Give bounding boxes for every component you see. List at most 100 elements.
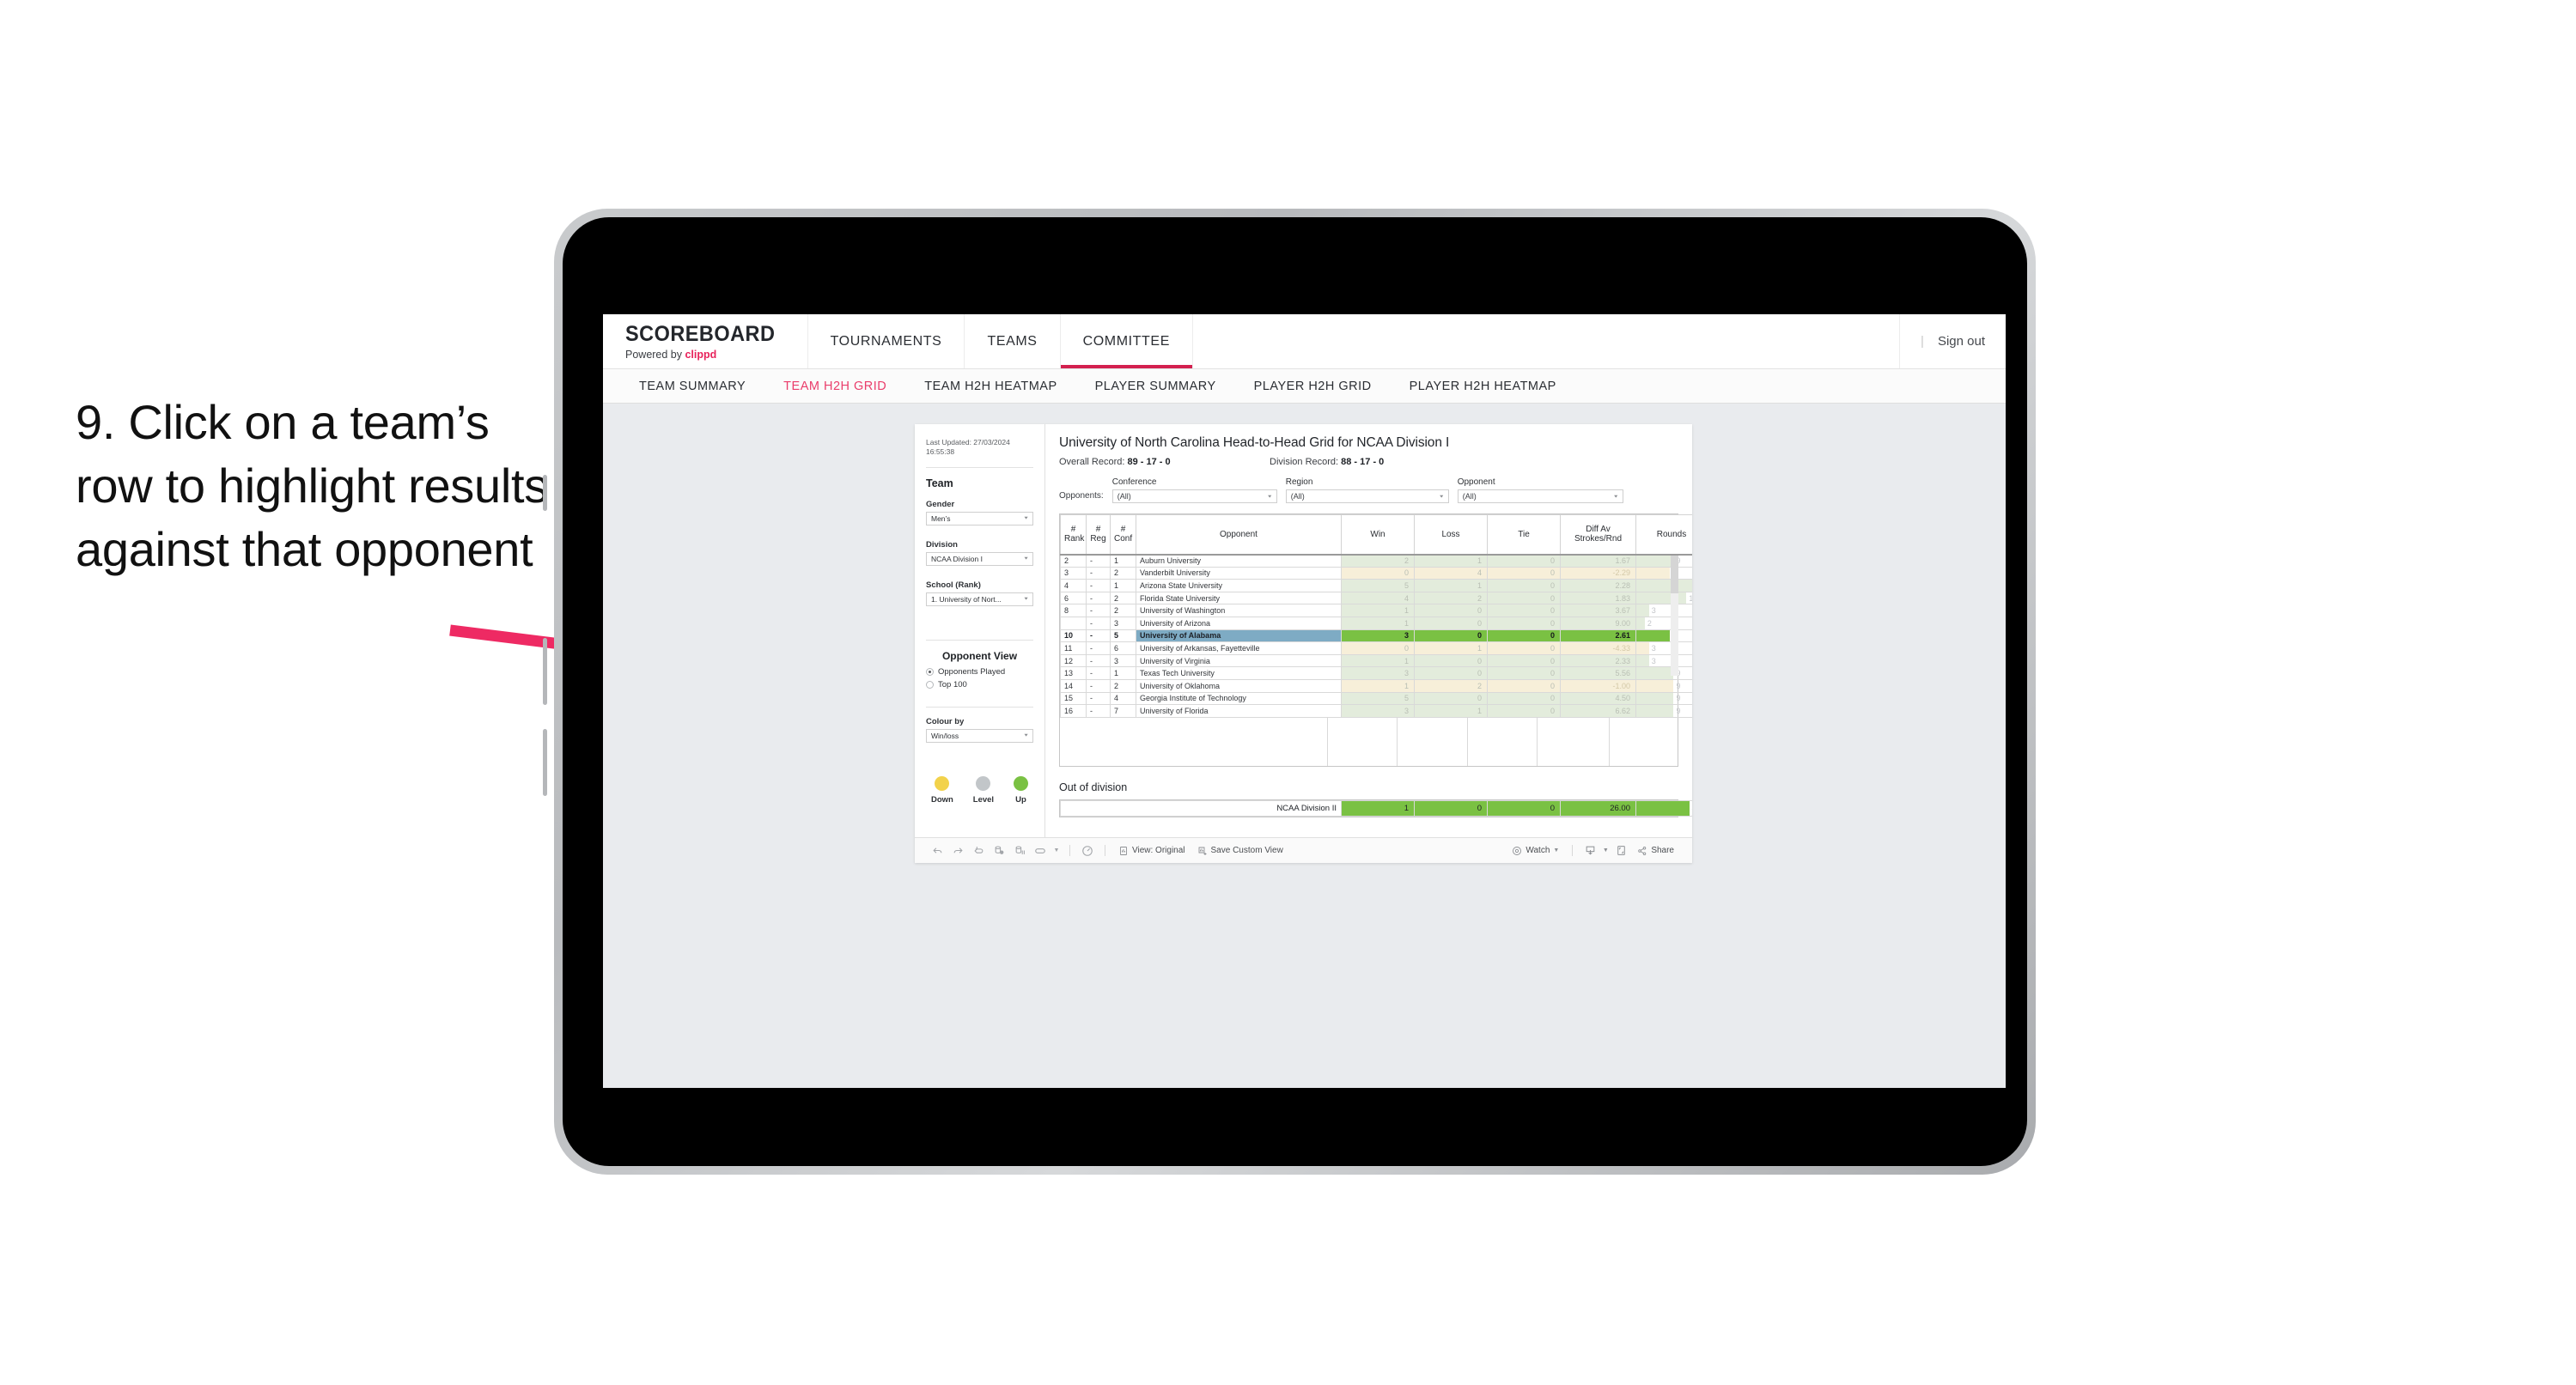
table-row[interactable]: 15-4 Georgia Institute of Technology 5 0 0 4.…: [1060, 691, 1692, 706]
cell-rank: 3: [1060, 566, 1087, 580]
undo-icon[interactable]: [927, 841, 947, 861]
save-custom-view-button[interactable]: Save Custom View: [1191, 846, 1289, 856]
sign-out-area: | Sign out: [1900, 314, 2006, 368]
col-rounds[interactable]: Rounds: [1635, 514, 1692, 556]
gender-select[interactable]: Men’s ▼: [926, 511, 1033, 525]
cell-win: 0: [1341, 641, 1415, 655]
top-nav-tournaments[interactable]: TOURNAMENTS: [808, 314, 965, 368]
table-row[interactable]: 6-2Florida State University4201.8312: [1060, 591, 1692, 605]
legend-dot-down-icon: [935, 775, 950, 791]
colour-by-label: Colour by: [926, 716, 965, 726]
top-nav-committee[interactable]: COMMITTEE: [1060, 314, 1193, 368]
cell-conf: 3: [1110, 653, 1136, 668]
col-diff[interactable]: Diff Av Strokes/Rnd: [1560, 514, 1636, 556]
cell-conf: 3: [1110, 616, 1136, 630]
division-select[interactable]: NCAA Division I ▼: [926, 551, 1033, 566]
col-reg[interactable]: # Reg: [1086, 514, 1111, 556]
cell-opponent: Georgia Institute of Technology: [1136, 691, 1342, 706]
table-row[interactable]: -3 University of Arizona 1 0 0 9.00 2: [1060, 616, 1692, 630]
table-row[interactable]: 8-2 University of Washington 1 0 0 3.67 3: [1060, 604, 1692, 617]
division-record: Division Record: 88 - 17 - 0: [1270, 457, 1480, 467]
table-row[interactable]: 3-2Vanderbilt University040-2.298: [1060, 566, 1692, 580]
sub-nav-player-h2h-heatmap[interactable]: PLAYER H2H HEATMAP: [1391, 380, 1575, 393]
download-chevron-down-icon[interactable]: ▼: [1600, 841, 1611, 861]
table-row[interactable]: 16-7 University of Florida 3 1 0 6.62 9: [1060, 704, 1692, 718]
radio-top-100[interactable]: Top 100: [926, 680, 1033, 689]
revert-icon[interactable]: [968, 841, 989, 861]
table-row[interactable]: 13-1Texas Tech University3005.569: [1060, 666, 1692, 680]
rounds-value: 3: [1651, 643, 1656, 653]
radio-opponents-played[interactable]: Opponents Played: [926, 667, 1033, 677]
watch-button[interactable]: Watch ▼: [1506, 846, 1565, 856]
cell-win: 1: [1341, 653, 1415, 668]
col-opponent[interactable]: Opponent: [1136, 514, 1342, 556]
pause-updates-icon[interactable]: [1009, 841, 1030, 861]
cell-win: 5: [1341, 579, 1415, 592]
rounds-bar: [1636, 567, 1670, 580]
region-select[interactable]: (All) ▼: [1285, 489, 1449, 503]
cell-diff: 2.33: [1560, 653, 1636, 668]
sub-nav-team-summary[interactable]: TEAM SUMMARY: [620, 380, 764, 393]
pause-auto-update-icon[interactable]: [1077, 841, 1098, 861]
legend-dot-level-icon: [976, 775, 991, 791]
sub-nav-team-h2h-heatmap[interactable]: TEAM H2H HEATMAP: [905, 380, 1075, 393]
cell-opponent: Florida State University: [1136, 591, 1342, 605]
bottom-toolbar: ▼ View: Original Save Custom View Watch …: [915, 837, 1692, 863]
cell-opponent: University of Alabama: [1136, 629, 1342, 643]
col-loss[interactable]: Loss: [1414, 514, 1488, 556]
cell-loss: 0: [1414, 666, 1488, 680]
rounds-bar: [1636, 604, 1649, 617]
col-tie[interactable]: Tie: [1487, 514, 1561, 556]
col-rank[interactable]: # Rank: [1060, 514, 1087, 556]
opponent-select[interactable]: (All) ▼: [1457, 489, 1623, 503]
share-button[interactable]: Share: [1631, 846, 1680, 856]
table-row[interactable]: 2-1Auburn University2101.679: [1060, 554, 1692, 568]
colour-by-select[interactable]: Win/loss ▼: [926, 728, 1033, 743]
legend-item-down: Down: [931, 775, 953, 805]
table-row[interactable]: 10-5University of Alabama3002.618: [1060, 629, 1692, 643]
table-row[interactable]: 14-2 University of Oklahoma 1 2 0 -1.00 9: [1060, 678, 1692, 693]
cell-rounds: 2: [1635, 616, 1692, 630]
out-of-division-row[interactable]: NCAA Division II10026.003: [1060, 799, 1692, 817]
table-row[interactable]: 11-6 University of Arkansas, Fayetteville…: [1060, 641, 1692, 655]
table-scrollbar[interactable]: [1671, 556, 1678, 676]
cell-win: 0: [1341, 566, 1415, 580]
conference-filter-group: Conference (All) ▼: [1111, 477, 1277, 503]
opponent-view-title: Opponent View: [941, 649, 1018, 662]
cell-rounds: 9: [1635, 666, 1692, 680]
cell-rounds: 9: [1635, 554, 1692, 568]
table-header-row: # Rank # Reg # Conf Opponent Win Loss Tie D…: [1060, 514, 1692, 556]
sub-nav-team-h2h-grid[interactable]: TEAM H2H GRID: [764, 380, 905, 393]
clippd-brand-text: clippd: [685, 349, 717, 361]
loop-icon[interactable]: [1030, 841, 1050, 861]
cell-tie: 0: [1487, 666, 1561, 680]
col-win[interactable]: Win: [1341, 514, 1415, 556]
sub-nav-player-h2h-grid[interactable]: PLAYER H2H GRID: [1235, 380, 1391, 393]
ood-cell-opponent: NCAA Division II: [1060, 799, 1342, 817]
table-row[interactable]: 4-1Arizona State University5102.2817: [1060, 579, 1692, 592]
conference-select[interactable]: (All) ▼: [1111, 489, 1277, 503]
legend-label-down: Down: [931, 794, 953, 805]
school-rank-select[interactable]: 1. University of Nort... ▼: [926, 592, 1033, 606]
cell-tie: 0: [1487, 653, 1561, 668]
fullscreen-icon[interactable]: [1611, 841, 1631, 861]
sub-nav-player-summary[interactable]: PLAYER SUMMARY: [1076, 380, 1235, 393]
cell-tie: 0: [1487, 579, 1561, 592]
cell-diff: 2.28: [1560, 579, 1636, 592]
ood-cell-loss: 0: [1414, 799, 1488, 817]
h2h-grid-table: # Rank # Reg # Conf Opponent Win Loss Tie D…: [1060, 514, 1692, 718]
loop-chevron-down-icon[interactable]: ▼: [1050, 841, 1063, 861]
table-row[interactable]: 12-3 University of Virginia 1 0 0 2.33 3: [1060, 653, 1692, 668]
top-nav-teams[interactable]: TEAMS: [965, 314, 1061, 368]
cell-reg: -: [1086, 641, 1111, 655]
table-scrollbar-thumb[interactable]: [1671, 556, 1678, 593]
ood-cell-diff: 26.00: [1560, 799, 1636, 817]
download-icon[interactable]: [1580, 841, 1600, 861]
refresh-data-icon[interactable]: [989, 841, 1009, 861]
chevron-down-icon: ▼: [1023, 597, 1029, 602]
sign-out-link[interactable]: Sign out: [1938, 334, 1985, 349]
cell-tie: 0: [1487, 566, 1561, 580]
redo-icon[interactable]: [947, 841, 968, 861]
view-original-button[interactable]: View: Original: [1112, 846, 1191, 856]
col-conf[interactable]: # Conf: [1110, 514, 1136, 556]
